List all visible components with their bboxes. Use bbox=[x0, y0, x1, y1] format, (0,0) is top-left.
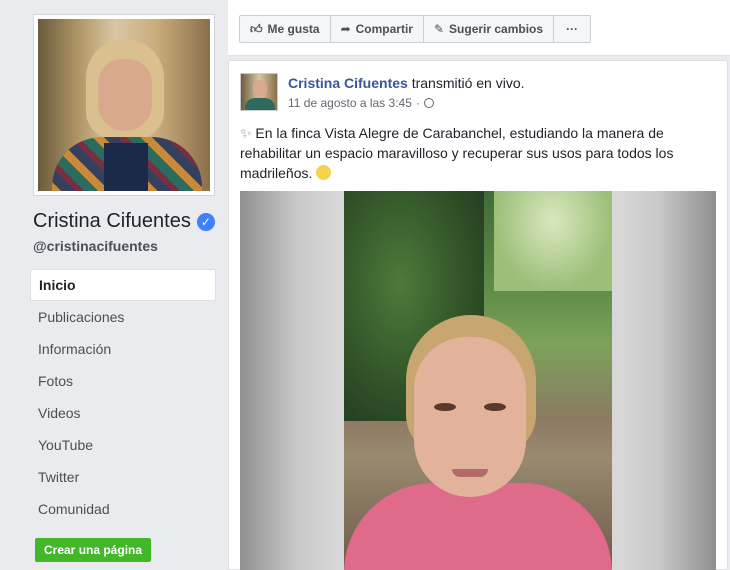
sidebar-item-inicio[interactable]: Inicio bbox=[30, 269, 216, 301]
like-button[interactable]: 👍︎ Me gusta bbox=[239, 15, 331, 43]
post-author-avatar[interactable] bbox=[240, 73, 278, 111]
share-label: Compartir bbox=[355, 22, 413, 36]
verified-check-icon: ✓ bbox=[196, 212, 215, 231]
sparkle-icon: ✨︎ bbox=[240, 125, 252, 141]
smiling-face-icon bbox=[316, 165, 332, 180]
live-video[interactable] bbox=[240, 191, 716, 570]
post-text: En la finca Vista Alegre de Carabanchel,… bbox=[240, 125, 674, 181]
globe-icon[interactable] bbox=[423, 98, 434, 108]
sidebar-item-publicaciones[interactable]: Publicaciones bbox=[30, 301, 216, 333]
sidebar-item-youtube[interactable]: YouTube bbox=[30, 429, 216, 461]
post-body: ✨︎ En la finca Vista Alegre de Carabanch… bbox=[240, 123, 720, 183]
profile-photo bbox=[38, 19, 210, 191]
thumbs-up-icon: 👍︎ bbox=[250, 21, 263, 36]
post-meta: 11 de agosto a las 3:45 · bbox=[288, 96, 434, 110]
page-action-bar: 👍︎ Me gusta ➦ Compartir ✎ Sugerir cambio… bbox=[228, 0, 730, 56]
post-card: Cristina Cifuentes transmitió en vivo. 1… bbox=[228, 60, 728, 570]
page-handle[interactable]: @cristinacifuentes bbox=[33, 238, 158, 254]
create-page-button[interactable]: Crear una página bbox=[35, 538, 152, 562]
post-author-link[interactable]: Cristina Cifuentes bbox=[288, 75, 408, 91]
left-sidebar: Cristina Cifuentes ✓ @cristinacifuentes … bbox=[0, 0, 226, 570]
page-nav: Inicio Publicaciones Información Fotos V… bbox=[30, 269, 216, 525]
separator-dot: · bbox=[415, 96, 420, 110]
more-options-button[interactable]: ··· bbox=[553, 15, 592, 43]
suggest-edits-button[interactable]: ✎ Sugerir cambios bbox=[422, 15, 555, 43]
like-label: Me gusta bbox=[267, 22, 320, 36]
sidebar-item-informacion[interactable]: Información bbox=[30, 333, 216, 365]
page-name-text: Cristina Cifuentes bbox=[33, 210, 191, 232]
sidebar-item-videos[interactable]: Videos bbox=[30, 397, 216, 429]
suggest-label: Sugerir cambios bbox=[449, 22, 544, 36]
post-action-text: transmitió en vivo. bbox=[411, 75, 525, 91]
page-title[interactable]: Cristina Cifuentes ✓ bbox=[33, 210, 215, 233]
action-button-group: 👍︎ Me gusta ➦ Compartir ✎ Sugerir cambio… bbox=[239, 15, 592, 43]
profile-picture[interactable] bbox=[33, 14, 215, 196]
sidebar-item-comunidad[interactable]: Comunidad bbox=[30, 493, 216, 525]
sidebar-item-twitter[interactable]: Twitter bbox=[30, 461, 216, 493]
more-dots-icon: ··· bbox=[566, 22, 579, 36]
post-timestamp[interactable]: 11 de agosto a las 3:45 bbox=[288, 96, 412, 110]
share-arrow-icon: ➦ bbox=[340, 22, 351, 36]
share-button[interactable]: ➦ Compartir bbox=[329, 15, 424, 43]
pencil-icon: ✎ bbox=[433, 22, 445, 36]
sidebar-item-fotos[interactable]: Fotos bbox=[30, 365, 216, 397]
video-frame bbox=[344, 191, 612, 570]
post-header: Cristina Cifuentes transmitió en vivo. bbox=[288, 75, 525, 91]
